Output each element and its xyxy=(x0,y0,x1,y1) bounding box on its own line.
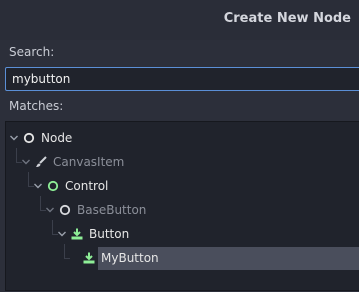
tree-item-label: BaseButton xyxy=(77,203,147,217)
chevron-down-icon[interactable] xyxy=(45,205,55,215)
tree-item-button[interactable]: Button xyxy=(6,224,359,246)
dialog-title: Create New Node xyxy=(223,11,351,26)
matches-label: Matches: xyxy=(9,99,64,113)
dialog-titlebar: Create New Node xyxy=(0,0,359,40)
tree-item-control[interactable]: Control xyxy=(6,176,359,198)
node-circle-icon xyxy=(59,204,71,216)
tree-item-label: MyButton xyxy=(101,251,159,265)
tree-item-label: Button xyxy=(89,227,130,241)
tree-item-label: CanvasItem xyxy=(53,155,125,169)
tree-item-label: Node xyxy=(41,131,73,145)
chevron-down-icon[interactable] xyxy=(21,157,31,167)
brush-icon xyxy=(36,156,47,167)
search-label: Search: xyxy=(9,45,55,59)
tree-item-canvasitem[interactable]: CanvasItem xyxy=(6,152,359,174)
chevron-down-icon[interactable] xyxy=(57,229,67,239)
matches-tree[interactable]: Node CanvasItem Control BaseButton Butto… xyxy=(5,121,359,291)
button-icon xyxy=(83,252,95,264)
tree-item-node[interactable]: Node xyxy=(6,128,359,150)
tree-item-basebutton[interactable]: BaseButton xyxy=(6,200,359,222)
tree-item-mybutton[interactable]: MyButton xyxy=(6,247,359,270)
search-input[interactable] xyxy=(5,67,359,91)
control-circle-icon xyxy=(47,180,59,192)
node-circle-icon xyxy=(23,132,35,144)
chevron-down-icon[interactable] xyxy=(9,133,19,143)
chevron-down-icon[interactable] xyxy=(33,181,43,191)
button-icon xyxy=(71,228,83,240)
tree-item-label: Control xyxy=(65,179,109,193)
